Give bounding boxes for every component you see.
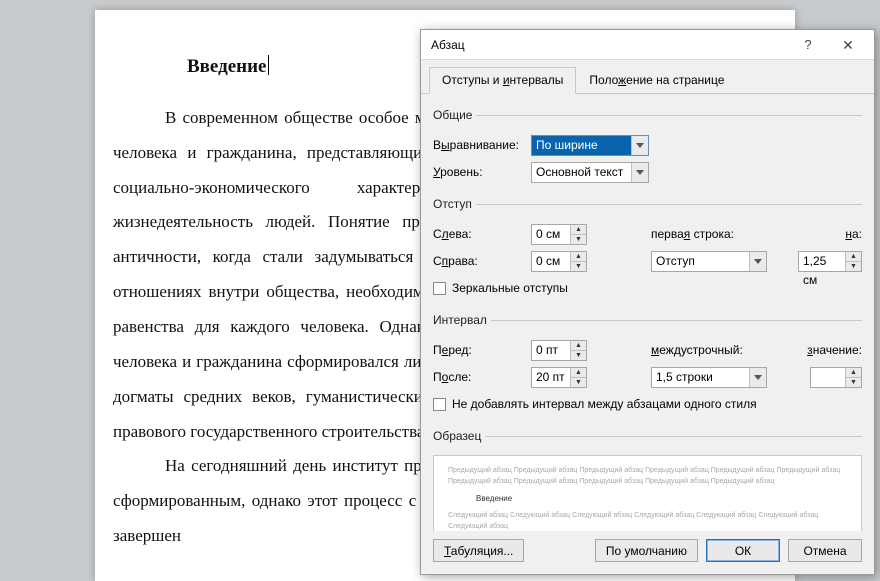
help-button[interactable]: ?: [788, 31, 828, 59]
group-general: Общие Выравнивание: По ширине Уровень: О…: [433, 108, 862, 189]
group-preview: Образец Предыдущий абзац Предыдущий абза…: [433, 429, 862, 531]
group-legend: Отступ: [433, 197, 476, 211]
chevron-down-icon: [631, 136, 648, 155]
spin-up-icon[interactable]: ▲: [846, 252, 861, 262]
first-line-combo[interactable]: Отступ: [651, 251, 767, 272]
group-legend: Общие: [433, 108, 476, 122]
spin-up-icon[interactable]: ▲: [571, 341, 586, 351]
indent-left-spinner[interactable]: 0 см ▲▼: [531, 224, 587, 245]
default-button[interactable]: По умолчанию: [595, 539, 698, 562]
cancel-button[interactable]: Отмена: [788, 539, 862, 562]
tabs-button[interactable]: Табуляция...: [433, 539, 524, 562]
close-button[interactable]: ✕: [828, 31, 868, 59]
space-before-label: Перед:: [433, 343, 531, 357]
space-before-spinner[interactable]: 0 пт ▲▼: [531, 340, 587, 361]
alignment-combo[interactable]: По ширине: [531, 135, 649, 156]
document-title: Введение: [187, 48, 267, 87]
tab-indents-spacing[interactable]: Отступы и интервалы: [429, 67, 576, 94]
group-legend: Образец: [433, 429, 485, 443]
spin-down-icon[interactable]: ▼: [571, 262, 586, 271]
group-legend: Интервал: [433, 313, 491, 327]
tab-page-position[interactable]: Положение на странице: [576, 67, 737, 94]
indent-right-label: Справа:: [433, 254, 531, 268]
preview-prev-text: Предыдущий абзац Предыдущий абзац Предыд…: [448, 466, 847, 487]
alignment-label: Выравнивание:: [433, 138, 531, 152]
dialog-body: Общие Выравнивание: По ширине Уровень: О…: [421, 94, 874, 531]
space-after-label: После:: [433, 370, 531, 384]
indent-by-spinner[interactable]: 1,25 см ▲▼: [798, 251, 862, 272]
spin-up-icon[interactable]: ▲: [571, 225, 586, 235]
level-label: Уровень:: [433, 165, 531, 179]
spin-down-icon[interactable]: ▼: [571, 378, 586, 387]
line-spacing-combo[interactable]: 1,5 строки: [651, 367, 767, 388]
group-indent: Отступ Слева: 0 см ▲▼ первая строка: на:…: [433, 197, 862, 305]
dialog-button-bar: Табуляция... По умолчанию ОК Отмена: [421, 531, 874, 574]
checkbox-icon: [433, 398, 446, 411]
preview-box: Предыдущий абзац Предыдущий абзац Предыд…: [433, 455, 862, 531]
space-after-spinner[interactable]: 20 пт ▲▼: [531, 367, 587, 388]
indent-right-spinner[interactable]: 0 см ▲▼: [531, 251, 587, 272]
preview-next-text: Следующий абзац Следующий абзац Следующи…: [448, 511, 847, 531]
spin-up-icon[interactable]: ▲: [846, 368, 861, 378]
spin-down-icon[interactable]: ▼: [846, 378, 861, 387]
chevron-down-icon: [749, 368, 766, 387]
group-spacing: Интервал Перед: 0 пт ▲▼ междустрочный: з…: [433, 313, 862, 421]
line-at-spinner[interactable]: ▲▼: [810, 367, 862, 388]
preview-sample-text: Введение: [476, 493, 847, 505]
dialog-title: Абзац: [431, 38, 788, 52]
spin-up-icon[interactable]: ▲: [571, 368, 586, 378]
checkbox-icon: [433, 282, 446, 295]
line-spacing-label: междустрочный:: [651, 343, 753, 357]
paragraph-dialog: Абзац ? ✕ Отступы и интервалы Положение …: [420, 29, 875, 575]
ok-button[interactable]: ОК: [706, 539, 780, 562]
spin-down-icon[interactable]: ▼: [846, 262, 861, 271]
mirror-indents-checkbox[interactable]: Зеркальные отступы: [433, 281, 568, 295]
chevron-down-icon: [631, 163, 648, 182]
first-line-label: первая строка:: [651, 227, 753, 241]
spin-down-icon[interactable]: ▼: [571, 351, 586, 360]
chevron-down-icon: [749, 252, 766, 271]
outline-level-combo[interactable]: Основной текст: [531, 162, 649, 183]
text-cursor: [268, 55, 269, 75]
indent-left-label: Слева:: [433, 227, 531, 241]
dialog-titlebar: Абзац ? ✕: [421, 30, 874, 60]
line-at-label: значение:: [807, 343, 862, 357]
indent-by-label: на:: [845, 227, 862, 241]
spin-up-icon[interactable]: ▲: [571, 252, 586, 262]
no-space-same-style-checkbox[interactable]: Не добавлять интервал между абзацами одн…: [433, 397, 757, 411]
spin-down-icon[interactable]: ▼: [571, 235, 586, 244]
tab-strip: Отступы и интервалы Положение на страниц…: [421, 60, 874, 94]
